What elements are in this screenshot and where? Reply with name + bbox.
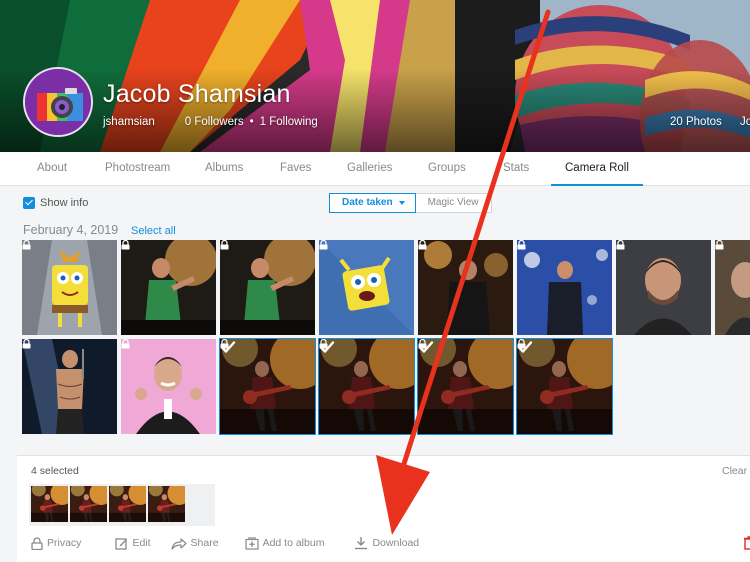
lock-icon bbox=[418, 240, 427, 250]
share-label: Share bbox=[190, 537, 219, 549]
lock-icon bbox=[616, 240, 625, 250]
photo-thumbnail[interactable] bbox=[319, 240, 414, 335]
privacy-label: Privacy bbox=[47, 537, 82, 549]
check-icon bbox=[517, 339, 533, 355]
photo-thumbnail-selected[interactable] bbox=[516, 338, 613, 435]
profile-tabs: About Photostream Albums Faves Galleries… bbox=[0, 152, 750, 186]
check-icon bbox=[319, 339, 335, 355]
tab-galleries[interactable]: Galleries bbox=[347, 152, 392, 186]
tab-albums[interactable]: Albums bbox=[205, 152, 243, 186]
photo-count: 20 Photos bbox=[670, 116, 722, 128]
selected-count: 4 selected bbox=[31, 465, 79, 477]
username[interactable]: jshamsian bbox=[103, 116, 155, 128]
selected-thumbnail[interactable] bbox=[148, 486, 185, 522]
avatar[interactable] bbox=[23, 67, 93, 137]
photo-thumbnail-selected[interactable] bbox=[417, 338, 514, 435]
photo-thumbnail[interactable] bbox=[616, 240, 711, 335]
select-all-link[interactable]: Select all bbox=[131, 225, 176, 237]
lock-icon bbox=[715, 240, 724, 250]
show-info-toggle[interactable]: Show info bbox=[23, 197, 88, 209]
tab-faves[interactable]: Faves bbox=[280, 152, 311, 186]
photo-thumbnail[interactable] bbox=[715, 240, 750, 335]
chevron-down-icon bbox=[398, 201, 405, 205]
show-info-checkbox[interactable] bbox=[23, 197, 35, 209]
add-to-album-button[interactable]: Add to album bbox=[244, 536, 325, 550]
check-icon bbox=[220, 339, 236, 355]
trash-icon[interactable] bbox=[744, 536, 750, 550]
date-heading: February 4, 2019 bbox=[23, 223, 119, 237]
photo-thumbnail[interactable] bbox=[517, 240, 612, 335]
clear-selection-button[interactable]: Clear bbox=[722, 465, 747, 477]
photo-thumbnail[interactable] bbox=[220, 240, 315, 335]
selected-thumbnail[interactable] bbox=[70, 486, 107, 522]
share-button[interactable]: Share bbox=[170, 536, 219, 550]
edit-button[interactable]: Edit bbox=[115, 536, 151, 550]
selected-thumbnail[interactable] bbox=[31, 486, 68, 522]
lock-icon bbox=[121, 240, 130, 250]
cover-photo bbox=[0, 0, 750, 152]
profile-meta: jshamsian 0 Followers • 1 Following bbox=[103, 116, 318, 128]
download-icon bbox=[355, 537, 368, 550]
profile-name: Jacob Shamsian bbox=[103, 80, 291, 108]
date-taken-button[interactable]: Date taken bbox=[329, 193, 416, 213]
selected-thumbnails bbox=[29, 484, 215, 526]
tab-stats[interactable]: Stats bbox=[503, 152, 529, 186]
photo-thumbnail[interactable] bbox=[22, 240, 117, 335]
lock-icon bbox=[31, 536, 43, 550]
tab-photostream[interactable]: Photostream bbox=[105, 152, 170, 186]
photo-thumbnail[interactable] bbox=[22, 339, 117, 434]
lock-icon bbox=[517, 240, 526, 250]
date-taken-label: Date taken bbox=[342, 197, 393, 208]
photo-thumbnail[interactable] bbox=[121, 240, 216, 335]
lock-icon bbox=[319, 240, 328, 250]
add-to-album-icon bbox=[244, 536, 259, 550]
view-toggle: Date taken Magic View bbox=[329, 193, 492, 213]
edit-label: Edit bbox=[132, 537, 151, 549]
photo-thumbnail-selected[interactable] bbox=[219, 338, 316, 435]
followers-count[interactable]: 0 Followers bbox=[185, 116, 244, 128]
lock-icon bbox=[121, 339, 130, 349]
photo-thumbnail[interactable] bbox=[121, 339, 216, 434]
privacy-button[interactable]: Privacy bbox=[31, 536, 81, 550]
add-to-album-label: Add to album bbox=[262, 537, 325, 549]
show-info-label: Show info bbox=[40, 197, 89, 209]
share-icon bbox=[170, 537, 187, 550]
photo-thumbnail-selected[interactable] bbox=[318, 338, 415, 435]
lock-icon bbox=[22, 240, 31, 250]
selected-thumbnail[interactable] bbox=[109, 486, 146, 522]
download-button[interactable]: Download bbox=[354, 536, 419, 550]
following-count[interactable]: 1 Following bbox=[260, 116, 318, 128]
lock-icon bbox=[220, 240, 229, 250]
photo-thumbnail[interactable] bbox=[418, 240, 513, 335]
edit-icon bbox=[115, 537, 128, 550]
tab-camera-roll[interactable]: Camera Roll bbox=[551, 152, 643, 186]
tab-groups[interactable]: Groups bbox=[428, 152, 466, 186]
download-label: Download bbox=[372, 537, 420, 549]
magic-view-button[interactable]: Magic View bbox=[415, 193, 492, 213]
check-icon bbox=[418, 339, 434, 355]
joined-date: Jo bbox=[740, 116, 750, 128]
selection-actions: Privacy Edit Share Add to album Download bbox=[31, 536, 439, 550]
selection-bar: 4 selected Clear Privacy Edit Share Add … bbox=[17, 455, 750, 562]
tab-about[interactable]: About bbox=[37, 152, 67, 186]
meta-separator: • bbox=[249, 116, 254, 128]
lock-icon bbox=[22, 339, 31, 349]
